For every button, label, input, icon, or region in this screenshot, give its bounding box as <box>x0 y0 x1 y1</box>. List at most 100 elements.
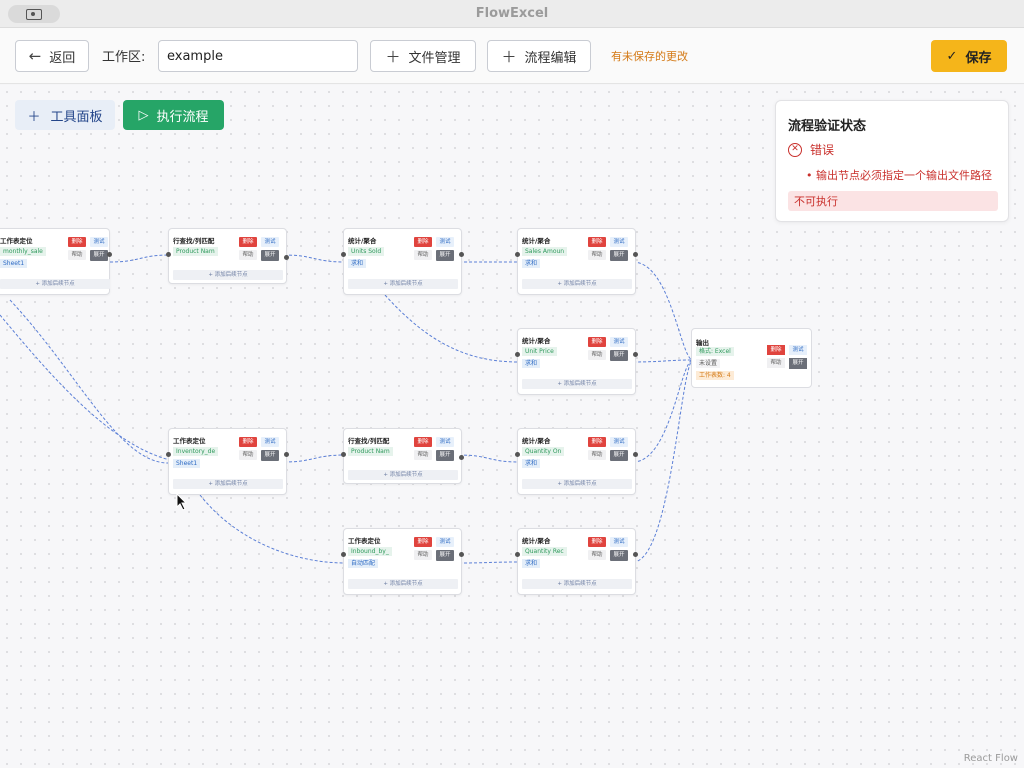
node-test-button[interactable]: 测试 <box>90 237 108 247</box>
node-expand-button[interactable]: 展开 <box>436 550 454 561</box>
node-help-button[interactable]: 帮助 <box>414 250 432 260</box>
node-delete-button[interactable]: 删除 <box>588 337 606 347</box>
node-test-button[interactable]: 测试 <box>789 345 807 355</box>
node-handle[interactable] <box>633 552 638 557</box>
node-delete-button[interactable]: 删除 <box>414 237 432 247</box>
node-handle[interactable] <box>633 252 638 257</box>
node-delete-button[interactable]: 删除 <box>239 437 257 447</box>
node-test-button[interactable]: 测试 <box>436 437 454 447</box>
tool-panel-button[interactable]: ＋ 工具面板 <box>15 100 115 130</box>
save-label: 保存 <box>965 50 992 66</box>
run-flow-button[interactable]: ▷ 执行流程 <box>123 100 224 130</box>
node-help-button[interactable]: 帮助 <box>239 450 257 460</box>
node-expand-button[interactable]: 展开 <box>90 250 108 261</box>
node-handle[interactable] <box>341 452 346 457</box>
node-delete-button[interactable]: 删除 <box>414 537 432 547</box>
node-test-button[interactable]: 测试 <box>436 237 454 247</box>
node-handle[interactable] <box>633 352 638 357</box>
flow-node-lookup[interactable]: 行查找/列匹配 Product Nam 删除 测试 帮助 展开 + 添加后续节点 <box>166 228 289 284</box>
sidebar-toggle-button[interactable] <box>8 5 60 23</box>
node-expand-button[interactable]: 展开 <box>261 250 279 261</box>
node-test-button[interactable]: 测试 <box>610 537 628 547</box>
node-help-button[interactable]: 帮助 <box>588 250 606 260</box>
node-handle[interactable] <box>459 252 464 257</box>
flow-node-aggregate[interactable]: 统计/聚合 Unit Price 求和 删除 测试 帮助 展开 + 添加后续节点 <box>515 328 638 395</box>
add-next-node-button[interactable]: + 添加后续节点 <box>348 470 458 480</box>
back-button[interactable]: ← 返回 <box>15 40 89 72</box>
node-handle[interactable] <box>459 455 464 460</box>
node-expand-button[interactable]: 展开 <box>610 250 628 261</box>
node-help-button[interactable]: 帮助 <box>588 450 606 460</box>
react-flow-attribution[interactable]: React Flow <box>964 753 1018 764</box>
node-handle[interactable] <box>515 352 520 357</box>
node-expand-button[interactable]: 展开 <box>610 350 628 361</box>
node-help-button[interactable]: 帮助 <box>588 350 606 360</box>
node-expand-button[interactable]: 展开 <box>261 450 279 461</box>
node-delete-button[interactable]: 删除 <box>767 345 785 355</box>
node-handle[interactable] <box>515 452 520 457</box>
node-test-button[interactable]: 测试 <box>610 337 628 347</box>
node-delete-button[interactable]: 删除 <box>239 237 257 247</box>
add-next-node-button[interactable]: + 添加后续节点 <box>173 479 283 489</box>
flow-node-sheet-locate[interactable]: 工作表定位 monthly_sale Sheet1 删除 测试 帮助 展开 + … <box>0 228 112 295</box>
node-delete-button[interactable]: 删除 <box>588 537 606 547</box>
flow-node-lookup[interactable]: 行查找/列匹配 Product Nam 删除 测试 帮助 展开 + 添加后续节点 <box>341 428 464 484</box>
node-handle[interactable] <box>166 252 171 257</box>
flow-node-output[interactable]: 输出 格式: Excel 未设置 工作表数: 4 删除 测试 帮助 展开 <box>691 328 812 388</box>
node-help-button[interactable]: 帮助 <box>68 250 86 260</box>
flow-node-aggregate[interactable]: 统计/聚合 Sales Amoun 求和 删除 测试 帮助 展开 + 添加后续节… <box>515 228 638 295</box>
node-expand-button[interactable]: 展开 <box>436 250 454 261</box>
node-help-button[interactable]: 帮助 <box>414 450 432 460</box>
node-test-button[interactable]: 测试 <box>610 437 628 447</box>
save-button[interactable]: ✓ 保存 <box>931 40 1007 72</box>
node-help-button[interactable]: 帮助 <box>414 550 432 560</box>
add-next-node-button[interactable]: + 添加后续节点 <box>348 279 458 289</box>
edge <box>109 254 171 263</box>
flow-canvas[interactable]: ＋ 工具面板 ▷ 执行流程 流程验证状态 ✕ 错误 • 输出节点必须指定一个输出… <box>0 85 1024 768</box>
node-param: 求和 <box>522 559 541 568</box>
node-handle[interactable] <box>341 552 346 557</box>
add-next-node-button[interactable]: + 添加后续节点 <box>348 579 458 589</box>
node-expand-button[interactable]: 展开 <box>610 550 628 561</box>
file-manage-button[interactable]: ＋ 文件管理 <box>370 40 476 72</box>
add-next-node-button[interactable]: + 添加后续节点 <box>522 279 632 289</box>
node-delete-button[interactable]: 删除 <box>588 237 606 247</box>
node-delete-button[interactable]: 删除 <box>588 437 606 447</box>
node-handle[interactable] <box>284 255 289 260</box>
node-help-button[interactable]: 帮助 <box>588 550 606 560</box>
node-test-button[interactable]: 测试 <box>436 537 454 547</box>
flow-node-sheet-locate[interactable]: 工作表定位 Inventory_de Sheet1 删除 测试 帮助 展开 + … <box>166 428 289 495</box>
workspace-input[interactable] <box>158 40 358 72</box>
node-test-button[interactable]: 测试 <box>261 237 279 247</box>
add-next-node-button[interactable]: + 添加后续节点 <box>0 279 110 289</box>
node-delete-button[interactable]: 删除 <box>414 437 432 447</box>
validation-title: 流程验证状态 <box>788 119 867 134</box>
node-title: 输出 <box>696 339 709 347</box>
node-help-button[interactable]: 帮助 <box>239 250 257 260</box>
add-next-node-button[interactable]: + 添加后续节点 <box>173 270 283 280</box>
node-handle[interactable] <box>284 452 289 457</box>
node-handle[interactable] <box>633 452 638 457</box>
node-delete-button[interactable]: 删除 <box>68 237 86 247</box>
add-next-node-button[interactable]: + 添加后续节点 <box>522 379 632 389</box>
add-next-node-button[interactable]: + 添加后续节点 <box>522 579 632 589</box>
add-next-node-button[interactable]: + 添加后续节点 <box>522 479 632 489</box>
flow-node-aggregate[interactable]: 统计/聚合 Quantity On 求和 删除 测试 帮助 展开 + 添加后续节… <box>515 428 638 495</box>
node-handle[interactable] <box>166 452 171 457</box>
flow-node-aggregate[interactable]: 统计/聚合 Quantity Rec 求和 删除 测试 帮助 展开 + 添加后续… <box>515 528 638 595</box>
node-expand-button[interactable]: 展开 <box>436 450 454 461</box>
node-test-button[interactable]: 测试 <box>261 437 279 447</box>
node-expand-button[interactable]: 展开 <box>610 450 628 461</box>
node-test-button[interactable]: 测试 <box>610 237 628 247</box>
node-handle[interactable] <box>459 552 464 557</box>
node-help-button[interactable]: 帮助 <box>767 358 785 368</box>
node-handle[interactable] <box>107 252 112 257</box>
node-handle[interactable] <box>515 552 520 557</box>
plus-icon: ＋ <box>501 47 517 66</box>
flow-node-sheet-locate[interactable]: 工作表定位 Inbound_by_ 自动匹配 删除 测试 帮助 展开 + 添加后… <box>341 528 464 595</box>
flow-node-aggregate[interactable]: 统计/聚合 Units Sold 求和 删除 测试 帮助 展开 + 添加后续节点 <box>341 228 464 295</box>
node-handle[interactable] <box>515 252 520 257</box>
node-handle[interactable] <box>341 252 346 257</box>
flow-edit-button[interactable]: ＋ 流程编辑 <box>487 40 591 72</box>
node-expand-button[interactable]: 展开 <box>789 358 807 369</box>
